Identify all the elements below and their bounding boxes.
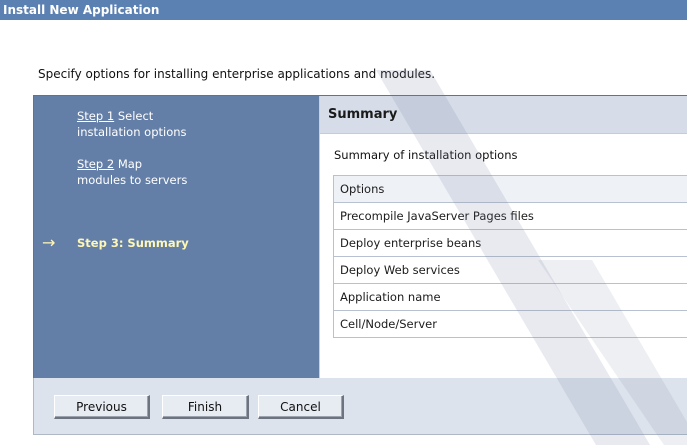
- window-title: Install New Application: [3, 3, 160, 17]
- option-name-deploy-web-services: Deploy Web services: [333, 256, 687, 284]
- option-row: Cell/Node/Server: [333, 310, 687, 338]
- step-2-description: Map: [117, 157, 143, 171]
- options-header-row: Options: [333, 175, 687, 203]
- install-instructions: Specify options for installing enterpris…: [38, 67, 436, 81]
- previous-button[interactable]: Previous: [54, 395, 150, 419]
- option-name-cell-node-server: Cell/Node/Server: [333, 310, 687, 338]
- summary-title: Summary: [320, 96, 687, 134]
- wizard-step-2: Step 2 Map modules to servers: [77, 156, 187, 188]
- wizard-step-3-current: Step 3: Summary: [77, 236, 189, 250]
- step-2-description-line-2: modules to servers: [77, 173, 188, 187]
- option-name-precompile-jsp: Precompile JavaServer Pages files: [333, 202, 687, 230]
- option-row: Precompile JavaServer Pages files: [333, 202, 687, 230]
- step-1-description-line-2: installation options: [77, 125, 187, 139]
- arrow-right-icon: →: [42, 233, 56, 252]
- installation-wizard: Step 1 Select installation options Step …: [33, 95, 687, 379]
- wizard-button-bar: Previous Finish Cancel: [33, 378, 687, 435]
- step-1-link[interactable]: Step 1: [77, 109, 114, 123]
- options-column-header: Options: [333, 175, 687, 203]
- wizard-steps-sidebar: Step 1 Select installation options Step …: [34, 96, 319, 378]
- cancel-button[interactable]: Cancel: [258, 395, 344, 419]
- finish-button[interactable]: Finish: [162, 395, 249, 419]
- summary-description: Summary of installation options: [334, 148, 518, 162]
- wizard-content-panel: Summary Summary of installation options …: [319, 96, 687, 378]
- option-row: Deploy enterprise beans: [333, 229, 687, 257]
- step-1-description: Select: [117, 109, 154, 123]
- installation-options-table: Options Precompile JavaServer Pages file…: [333, 175, 687, 338]
- step-2-link[interactable]: Step 2: [77, 157, 114, 171]
- option-row: Application name: [333, 283, 687, 311]
- install-application-dialog: Install New Application Specify options …: [0, 0, 687, 445]
- option-name-deploy-ejb: Deploy enterprise beans: [333, 229, 687, 257]
- window-title-bar: Install New Application: [0, 0, 687, 20]
- option-name-application-name: Application name: [333, 283, 687, 311]
- wizard-step-1: Step 1 Select installation options: [77, 108, 187, 140]
- option-row: Deploy Web services: [333, 256, 687, 284]
